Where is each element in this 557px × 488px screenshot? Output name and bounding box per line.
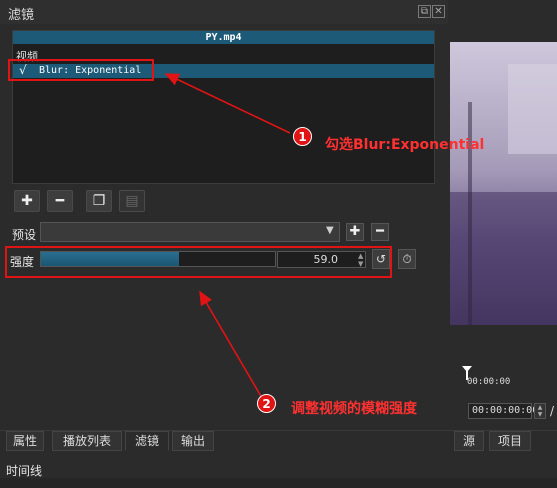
annotation-number-2: 2: [257, 394, 276, 413]
timeline-title: 时间线: [6, 464, 43, 478]
chevron-down-icon: ▼: [326, 225, 334, 236]
delete-preset-button[interactable]: ━: [371, 223, 389, 241]
remove-filter-button[interactable]: ━: [47, 190, 73, 212]
stopwatch-icon: ⏱: [402, 252, 412, 266]
filter-list[interactable]: [12, 30, 435, 184]
file-name-header: PY.mp4: [13, 31, 434, 44]
keyframe-button[interactable]: ⏱: [398, 249, 416, 269]
tab-source[interactable]: 源: [454, 431, 484, 451]
save-preset-button[interactable]: ✚: [346, 223, 364, 241]
tab-playlist[interactable]: 播放列表: [52, 431, 122, 451]
dock-title-bar: [0, 0, 448, 24]
video-preview: [450, 42, 557, 325]
close-icon[interactable]: ✕: [432, 5, 445, 18]
preset-select[interactable]: [40, 222, 340, 242]
tab-properties[interactable]: 属性: [6, 431, 44, 451]
preview-header: [448, 0, 557, 42]
annotation-text-1: 勾选Blur:Exponential: [325, 137, 485, 153]
annotation-box-1: [8, 59, 154, 81]
plus-icon: ✚: [21, 193, 33, 209]
time-separator: /: [550, 404, 555, 418]
plus-icon: ✚: [349, 224, 361, 239]
panel-title: 滤镜: [8, 8, 35, 23]
tab-filters[interactable]: 滤镜: [125, 431, 169, 451]
timecode-spin-icon[interactable]: ▲ ▼: [534, 403, 546, 419]
arrow-2: [199, 290, 263, 399]
add-filter-button[interactable]: ✚: [14, 190, 40, 212]
time-ruler-label: 00:00:00: [467, 377, 511, 387]
copy-filter-button[interactable]: ❐: [86, 190, 112, 212]
timecode-field[interactable]: 00:00:00:00: [468, 403, 538, 419]
minus-icon: ━: [376, 224, 384, 239]
paste-icon: ▤: [125, 193, 139, 209]
annotation-box-2: [5, 246, 392, 278]
copy-icon: ❐: [92, 193, 106, 209]
timeline-toolbar-strip: [0, 478, 557, 488]
undock-icon[interactable]: ⧉: [418, 5, 431, 18]
paste-filter-button[interactable]: ▤: [119, 190, 145, 212]
preset-label: 预设: [12, 228, 37, 242]
tab-project[interactable]: 项目: [489, 431, 531, 451]
tab-output[interactable]: 输出: [172, 431, 214, 451]
annotation-number-1: 1: [293, 127, 312, 146]
minus-icon: ━: [55, 193, 65, 209]
annotation-text-2: 调整视频的模糊强度: [291, 401, 417, 417]
